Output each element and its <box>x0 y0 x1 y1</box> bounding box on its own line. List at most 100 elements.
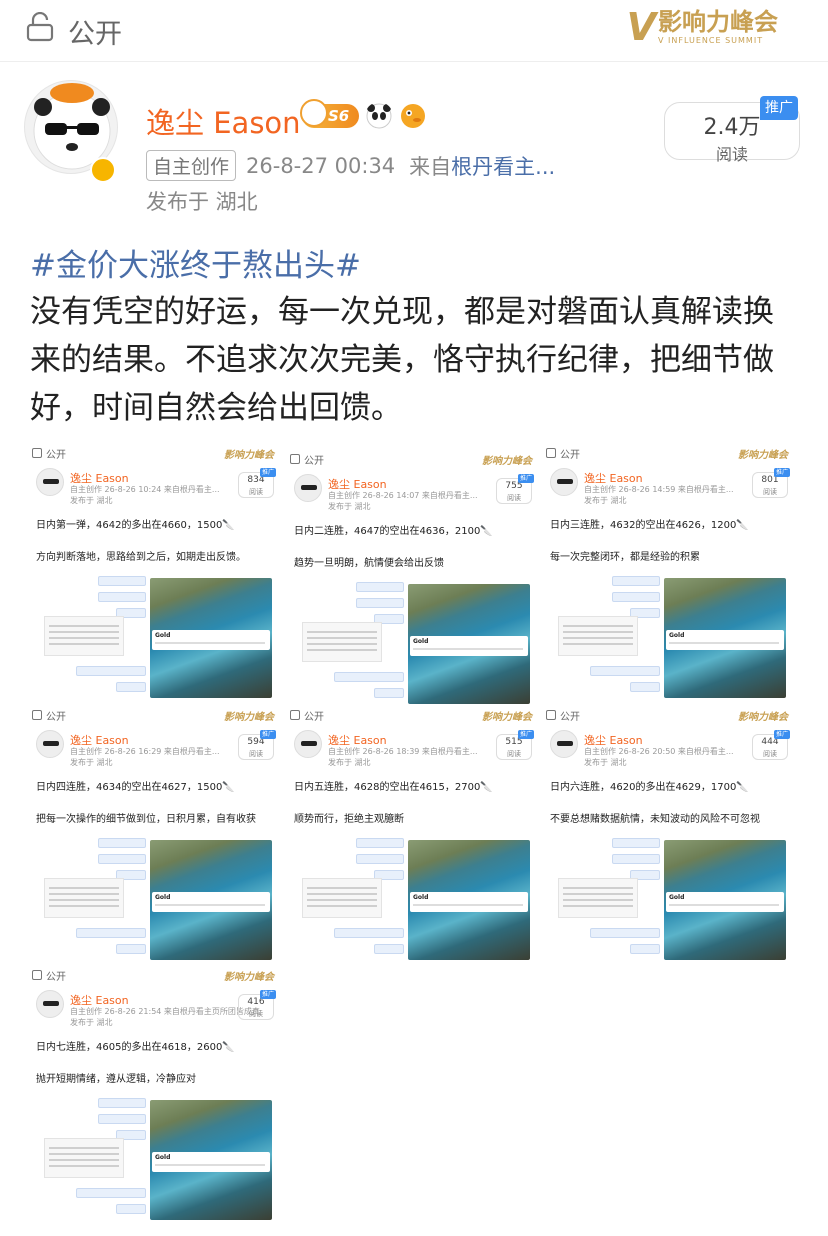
lock-icon <box>290 710 300 720</box>
tile-avatar <box>550 730 578 758</box>
source-link[interactable]: 根丹看主... <box>451 151 555 181</box>
tile-visibility: 公开 <box>46 712 66 723</box>
post-image-thumbnail[interactable]: 公开 影响力峰会 逸尘 Eason 自主创作 26-8-26 18:39 来自根丹看主… <box>288 708 538 963</box>
pufferfish-badge-icon <box>401 104 426 128</box>
tile-trade-line: 日内第一弹，4642的多出在4660，1500🔪 <box>36 520 235 531</box>
tile-comment-line: 趋势一旦明朗，航情便会给出反馈 <box>294 558 444 569</box>
tile-promo-tag: 推广 <box>518 474 534 483</box>
tile-visibility: 公开 <box>560 450 580 461</box>
chat-screenshot <box>550 576 660 696</box>
coastal-photo <box>408 840 530 960</box>
tile-visibility: 公开 <box>46 450 66 461</box>
tile-watermark: 影响力峰会 <box>482 456 532 467</box>
tile-location: 发布于 湖北 <box>70 1018 113 1027</box>
coastal-photo <box>150 1100 272 1220</box>
lock-icon <box>26 12 54 42</box>
tile-trade-line: 日内七连胜，4605的多出在4618，2600🔪 <box>36 1042 235 1053</box>
tile-trade-line: 日内六连胜，4620的多出在4629，1700🔪 <box>550 782 749 793</box>
tile-location: 发布于 湖北 <box>70 758 113 767</box>
post-image-thumbnail[interactable]: 公开 影响力峰会 逸尘 Eason 自主创作 26-8-26 21:54 来自根丹看主… <box>30 968 280 1223</box>
coastal-photo <box>150 840 272 960</box>
tile-location: 发布于 湖北 <box>328 502 371 511</box>
tile-comment-line: 方向判断落地，思路给到之后，如期走出反馈。 <box>36 552 246 563</box>
gold-order-card <box>666 630 784 650</box>
tile-watermark: 影响力峰会 <box>224 450 274 461</box>
watermark-logo: V 影响力峰会 V INFLUENCE SUMMIT <box>626 5 778 49</box>
tile-location: 发布于 湖北 <box>584 758 627 767</box>
chat-screenshot <box>36 838 146 958</box>
gold-order-card <box>152 1152 270 1172</box>
level-badge[interactable]: S6 <box>300 99 360 128</box>
tile-comment-line: 顺势而行，拒绝主观臆断 <box>294 814 404 825</box>
chat-screenshot <box>294 582 404 702</box>
post-image-thumbnail[interactable]: 公开 影响力峰会 逸尘 Eason 自主创作 26-8-26 14:59 来自根丹看主… <box>544 446 794 701</box>
post-image-thumbnail[interactable]: 公开 影响力峰会 逸尘 Eason 自主创作 26-8-26 20:50 来自根丹看主… <box>544 708 794 963</box>
tile-promo-tag: 推广 <box>260 990 276 999</box>
username[interactable]: 逸尘 Eason <box>146 100 301 142</box>
coastal-photo <box>664 578 786 698</box>
tile-trade-line: 日内五连胜，4628的空出在4615，2700🔪 <box>294 782 493 793</box>
post-meta: 自主创作 26-8-27 00:34 来自 根丹看主... <box>146 150 555 181</box>
tile-location: 发布于 湖北 <box>584 496 627 505</box>
tile-watermark: 影响力峰会 <box>738 712 788 723</box>
tile-promo-tag: 推广 <box>518 730 534 739</box>
visibility-label[interactable]: 公开 <box>68 12 122 51</box>
verified-icon <box>90 157 116 183</box>
chat-screenshot <box>36 576 146 696</box>
chat-screenshot <box>550 838 660 958</box>
user-badges: S6 <box>300 99 427 130</box>
tile-promo-tag: 推广 <box>260 468 276 477</box>
tile-meta: 自主创作 26-8-26 16:29 来自根丹看主... <box>70 747 220 756</box>
tile-comment-line: 把每一次操作的细节做到位，日积月累，自有收获 <box>36 814 256 825</box>
coastal-photo <box>664 840 786 960</box>
chat-screenshot <box>36 1098 146 1218</box>
astronaut-icon <box>300 99 328 127</box>
tile-watermark: 影响力峰会 <box>224 972 274 983</box>
tile-visibility: 公开 <box>46 972 66 983</box>
tile-avatar <box>36 730 64 758</box>
panda-badge-icon <box>366 103 392 129</box>
lock-icon <box>546 710 556 720</box>
tile-avatar <box>294 730 322 758</box>
tile-comment-line: 抛开短期情绪，遵从逻辑，冷静应对 <box>36 1074 196 1085</box>
chat-screenshot <box>294 838 404 958</box>
tile-meta: 自主创作 26-8-26 20:50 来自根丹看主... <box>584 747 734 756</box>
lock-icon <box>546 448 556 458</box>
post-hashtag[interactable]: #金价大涨终于熬出头# <box>30 240 361 285</box>
tile-watermark: 影响力峰会 <box>738 450 788 461</box>
tile-meta: 自主创作 26-8-26 14:59 来自根丹看主... <box>584 485 734 494</box>
source-prefix: 来自 <box>409 154 452 179</box>
post-image-thumbnail[interactable]: 公开 影响力峰会 逸尘 Eason 自主创作 26-8-26 14:07 来自根丹看主… <box>288 452 538 707</box>
tile-location: 发布于 湖北 <box>328 758 371 767</box>
tile-avatar <box>36 990 64 1018</box>
tile-comment-line: 每一次完整闭环，都是经验的积累 <box>550 552 700 563</box>
reads-label: 阅读 <box>715 145 748 164</box>
tile-comment-line: 不要总想赌数据航情，未知波动的风险不可忽视 <box>550 814 760 825</box>
lock-icon <box>290 454 300 464</box>
post-image-thumbnail[interactable]: 公开 影响力峰会 逸尘 Eason 自主创作 26-8-26 16:29 来自根丹看主… <box>30 708 280 963</box>
tile-meta: 自主创作 26-8-26 10:24 来自根丹看主... <box>70 485 220 494</box>
tile-trade-line: 日内四连胜，4634的空出在4627，1500🔪 <box>36 782 235 793</box>
tile-avatar <box>36 468 64 496</box>
lock-icon <box>32 710 42 720</box>
coastal-photo <box>408 584 530 704</box>
tile-promo-tag: 推广 <box>260 730 276 739</box>
lock-icon <box>32 448 42 458</box>
post-location: 发布于 湖北 <box>146 190 258 214</box>
tile-visibility: 公开 <box>304 712 324 723</box>
promo-button[interactable]: 推广 <box>760 96 798 120</box>
gold-order-card <box>152 892 270 912</box>
tile-visibility: 公开 <box>304 456 324 467</box>
tile-visibility: 公开 <box>560 712 580 723</box>
tile-meta: 自主创作 26-8-26 18:39 来自根丹看主... <box>328 747 478 756</box>
post-body: 没有凭空的好运，每一次兑现，都是对磐面认真解读换来的结果。不追求次次完美，恪守执… <box>30 294 774 426</box>
tile-promo-tag: 推广 <box>774 730 790 739</box>
gold-order-card <box>666 892 784 912</box>
tile-promo-tag: 推广 <box>774 468 790 477</box>
tile-trade-line: 日内三连胜，4632的空出在4626，1200🔪 <box>550 520 749 531</box>
post-datetime: 26-8-27 00:34 <box>246 153 396 178</box>
gold-order-card <box>410 892 528 912</box>
tile-trade-line: 日内二连胜，4647的空出在4636，2100🔪 <box>294 526 493 537</box>
tile-avatar <box>550 468 578 496</box>
post-image-thumbnail[interactable]: 公开 影响力峰会 逸尘 Eason 自主创作 26-8-26 10:24 来自根丹看主… <box>30 446 280 701</box>
